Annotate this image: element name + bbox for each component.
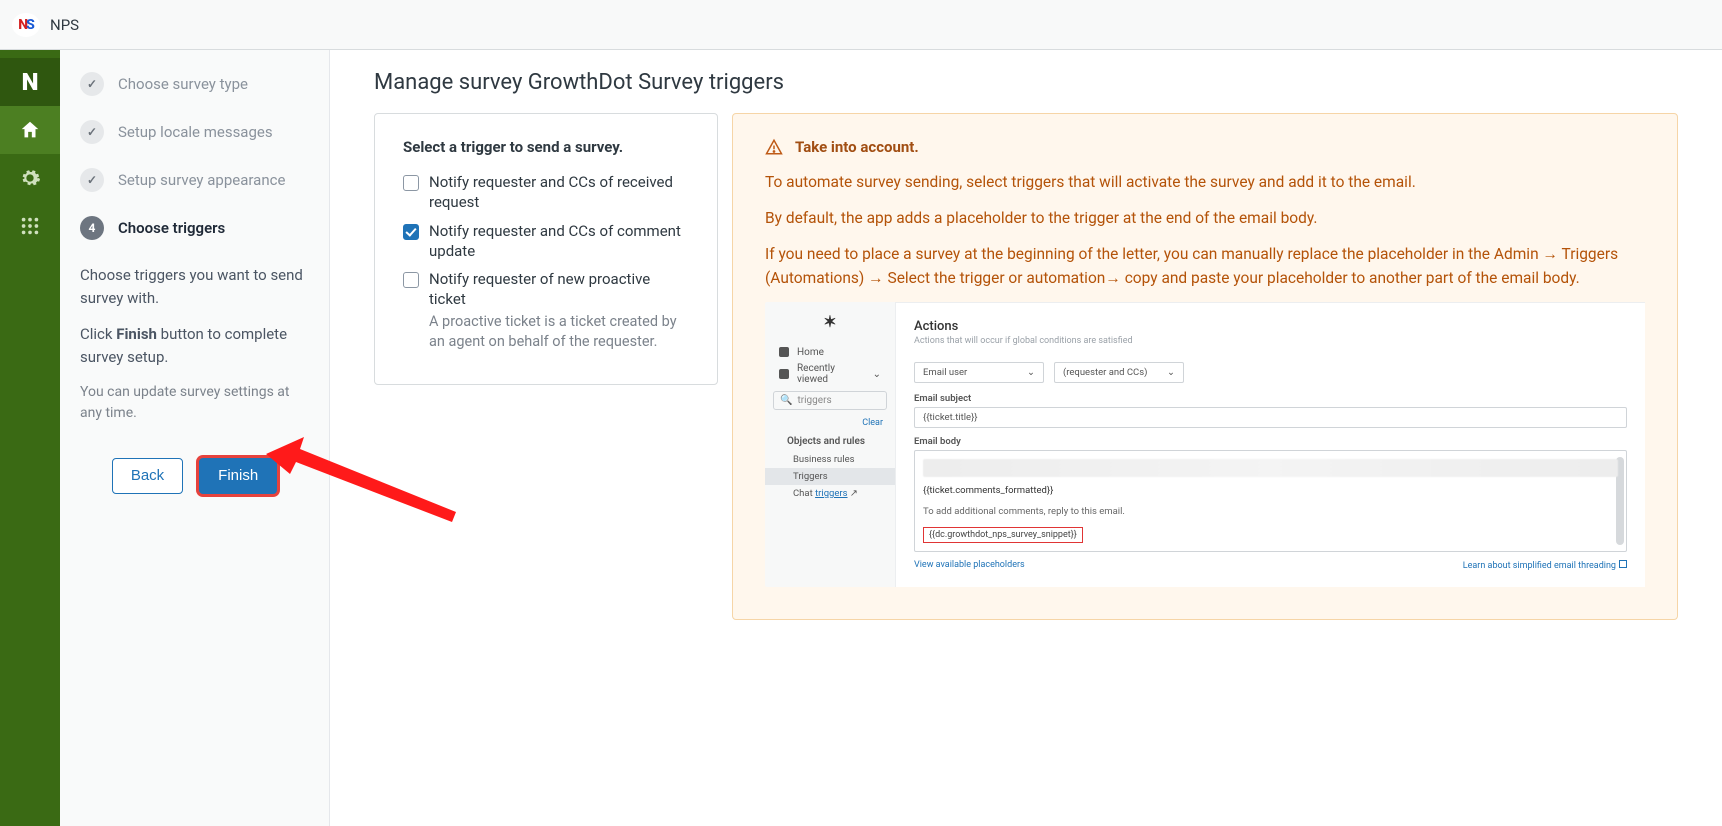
checkbox[interactable] [403,272,419,288]
step-help: Choose triggers you want to send survey … [80,264,309,424]
help-line-3: You can update survey settings at any ti… [80,382,309,424]
logo-s: S [26,17,34,33]
trigger-option[interactable]: Notify requester and CCs of received req… [403,172,689,213]
mock-sidebar: ✶ Home Recently viewed⌄ 🔍triggers Clear … [765,302,895,587]
option-label: Notify requester and CCs of comment upda… [429,221,689,262]
steps-sidebar: ✓ Choose survey type ✓ Setup locale mess… [60,50,330,826]
info-paragraph: By default, the app adds a placeholder t… [765,206,1645,230]
help-line-1: Choose triggers you want to send survey … [80,264,309,309]
rail-home[interactable] [0,106,60,154]
checkbox[interactable] [403,224,419,240]
mock-link-right: Learn about simplified email threading [1463,560,1627,571]
warning-icon [765,138,783,156]
info-paragraph: If you need to place a survey at the beg… [765,242,1645,290]
page-title: Manage survey GrowthDot Survey triggers [374,70,1678,95]
mock-select: (requester and CCs)⌄ [1054,362,1184,383]
home-icon [19,119,41,141]
triggers-card: Select a trigger to send a survey. Notif… [374,113,718,385]
rail-settings[interactable] [0,154,60,202]
mock-search: 🔍triggers [773,391,887,410]
mock-snippet-highlight: {{dc.growthdot_nps_survey_snippet}} [923,527,1083,543]
chevron-down-icon: ⌄ [1167,367,1175,378]
mock-email-body: {{ticket.comments_formatted}} To add add… [914,450,1627,552]
mock-clear-link: Clear [765,416,895,430]
blurred-line [923,459,1618,477]
step-label: Choose triggers [118,219,225,237]
mock-nav-home: Home [765,341,895,363]
mock-subitem: Chat triggers ↗ [765,485,895,502]
step-3[interactable]: ✓ Setup survey appearance [80,168,309,192]
check-icon: ✓ [80,72,104,96]
external-link-icon [1619,560,1627,568]
finish-button[interactable]: Finish [199,458,277,494]
grid-icon [19,215,41,237]
step-label: Setup locale messages [118,123,273,141]
checkbox[interactable] [403,175,419,191]
help-line-2: Click Finish button to complete survey s… [80,323,309,368]
step-4[interactable]: 4 Choose triggers [80,216,309,240]
mock-link-left: View available placeholders [914,560,1025,571]
check-icon: ✓ [80,120,104,144]
search-icon: 🔍 [780,395,792,406]
mock-subitem-active: Triggers [765,468,895,485]
rail-apps[interactable] [0,202,60,250]
app-logo: NS [12,13,40,37]
mock-nav-recent: Recently viewed⌄ [765,363,895,385]
info-paragraph: To automate survey sending, select trigg… [765,170,1645,194]
mock-label: Email subject [914,393,1627,404]
zendesk-logo-icon: ✶ [765,312,895,341]
step-buttons: Back Finish [80,458,309,494]
mock-heading: Actions [914,319,1627,334]
mock-caption: Actions that will occur if global condit… [914,336,1627,346]
mock-label: Email body [914,436,1627,447]
mock-footer: View available placeholders Learn about … [914,560,1627,571]
step-1[interactable]: ✓ Choose survey type [80,72,309,96]
option-label: Notify requester and CCs of received req… [429,172,689,213]
mock-group: Objects and rules [765,432,895,451]
mock-body-text: {{ticket.comments_formatted}} [923,485,1618,496]
gear-icon [19,167,41,189]
step-label: Choose survey type [118,75,248,93]
left-rail: N [0,50,60,826]
step-2[interactable]: ✓ Setup locale messages [80,120,309,144]
mock-body-note: To add additional comments, reply to thi… [923,506,1618,517]
home-icon [779,347,789,357]
info-panel: Take into account. To automate survey se… [732,113,1678,620]
trigger-option[interactable]: Notify requester of new proactive ticket… [403,269,689,352]
mock-select: Email user⌄ [914,362,1044,383]
option-sublabel: A proactive ticket is a ticket created b… [429,312,689,353]
check-icon: ✓ [80,168,104,192]
card-title: Select a trigger to send a survey. [403,138,689,156]
chevron-down-icon: ⌄ [873,369,881,380]
step-number: 4 [80,216,104,240]
chevron-down-icon: ⌄ [1027,367,1035,378]
mock-content: Actions Actions that will occur if globa… [895,302,1645,587]
info-heading: Take into account. [765,138,1645,156]
topbar: NS NPS [0,0,1722,50]
clock-icon [779,369,789,379]
admin-screenshot: ✶ Home Recently viewed⌄ 🔍triggers Clear … [765,302,1645,587]
app-name: NPS [50,16,79,34]
back-button[interactable]: Back [112,458,183,494]
external-link-icon: ↗ [850,488,858,499]
mock-input: {{ticket.title}} [914,407,1627,428]
rail-brand[interactable]: N [0,58,60,106]
trigger-option[interactable]: Notify requester and CCs of comment upda… [403,221,689,262]
main: Manage survey GrowthDot Survey triggers … [330,50,1722,826]
step-label: Setup survey appearance [118,171,285,189]
mock-subitem: Business rules [765,451,895,468]
option-label: Notify requester of new proactive ticket [429,269,689,310]
